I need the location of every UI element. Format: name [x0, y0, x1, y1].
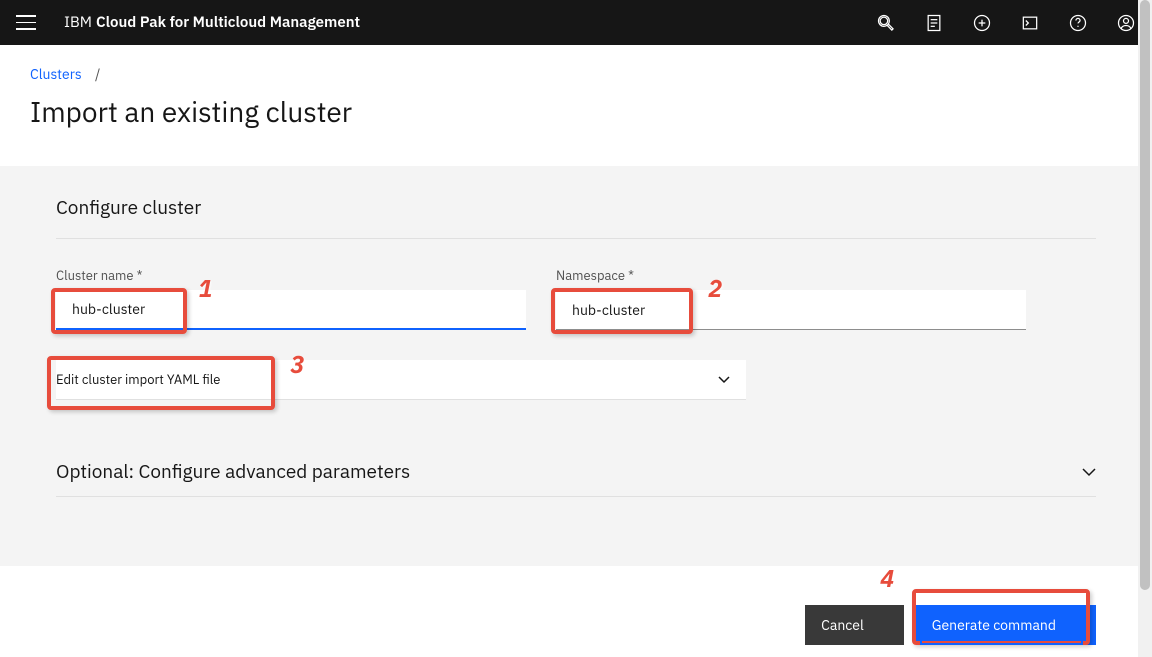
section-title: Configure cluster — [56, 196, 1096, 239]
cluster-name-group: Cluster name * — [56, 267, 526, 330]
brand-title: IBM Cloud Pak for Multicloud Management — [64, 13, 360, 32]
callout-number-4: 4 — [880, 562, 894, 594]
yaml-expand-section[interactable]: Edit cluster import YAML file — [56, 360, 746, 400]
optional-section[interactable]: Optional: Configure advanced parameters — [56, 460, 1096, 497]
terminal-icon[interactable] — [1020, 13, 1040, 33]
brand-prefix: IBM — [64, 13, 92, 32]
chevron-down-icon — [1082, 468, 1096, 477]
user-icon[interactable] — [1116, 13, 1136, 33]
namespace-label: Namespace * — [556, 267, 1026, 284]
cluster-name-label: Cluster name * — [56, 267, 526, 284]
breadcrumb-link-clusters[interactable]: Clusters — [30, 65, 82, 83]
cancel-button[interactable]: Cancel — [805, 605, 904, 645]
cluster-name-input[interactable] — [56, 290, 526, 330]
page-title: Import an existing cluster — [30, 93, 1122, 130]
main-content: Configure cluster Cluster name * Namespa… — [0, 166, 1152, 566]
button-row: Cancel Generate command — [805, 605, 1096, 645]
help-icon[interactable] — [1068, 13, 1088, 33]
generate-command-button[interactable]: Generate command — [916, 605, 1096, 645]
menu-icon[interactable] — [16, 13, 36, 33]
optional-label: Optional: Configure advanced parameters — [56, 460, 410, 484]
yaml-expand-label: Edit cluster import YAML file — [56, 371, 220, 388]
breadcrumb-separator: / — [95, 65, 100, 83]
header-icons — [876, 13, 1136, 33]
search-icon[interactable] — [876, 13, 896, 33]
scrollbar-thumb[interactable] — [1140, 0, 1150, 590]
document-icon[interactable] — [924, 13, 944, 33]
chevron-down-icon — [718, 376, 730, 384]
namespace-group: Namespace * — [556, 267, 1026, 330]
app-header: IBM Cloud Pak for Multicloud Management — [0, 0, 1152, 45]
form-row: Cluster name * Namespace * — [56, 267, 1096, 330]
breadcrumb-section: Clusters / Import an existing cluster — [0, 45, 1152, 130]
brand-name: Cloud Pak for Multicloud Management — [96, 13, 360, 32]
namespace-input[interactable] — [556, 290, 1026, 330]
breadcrumb: Clusters / — [30, 65, 1122, 83]
add-icon[interactable] — [972, 13, 992, 33]
